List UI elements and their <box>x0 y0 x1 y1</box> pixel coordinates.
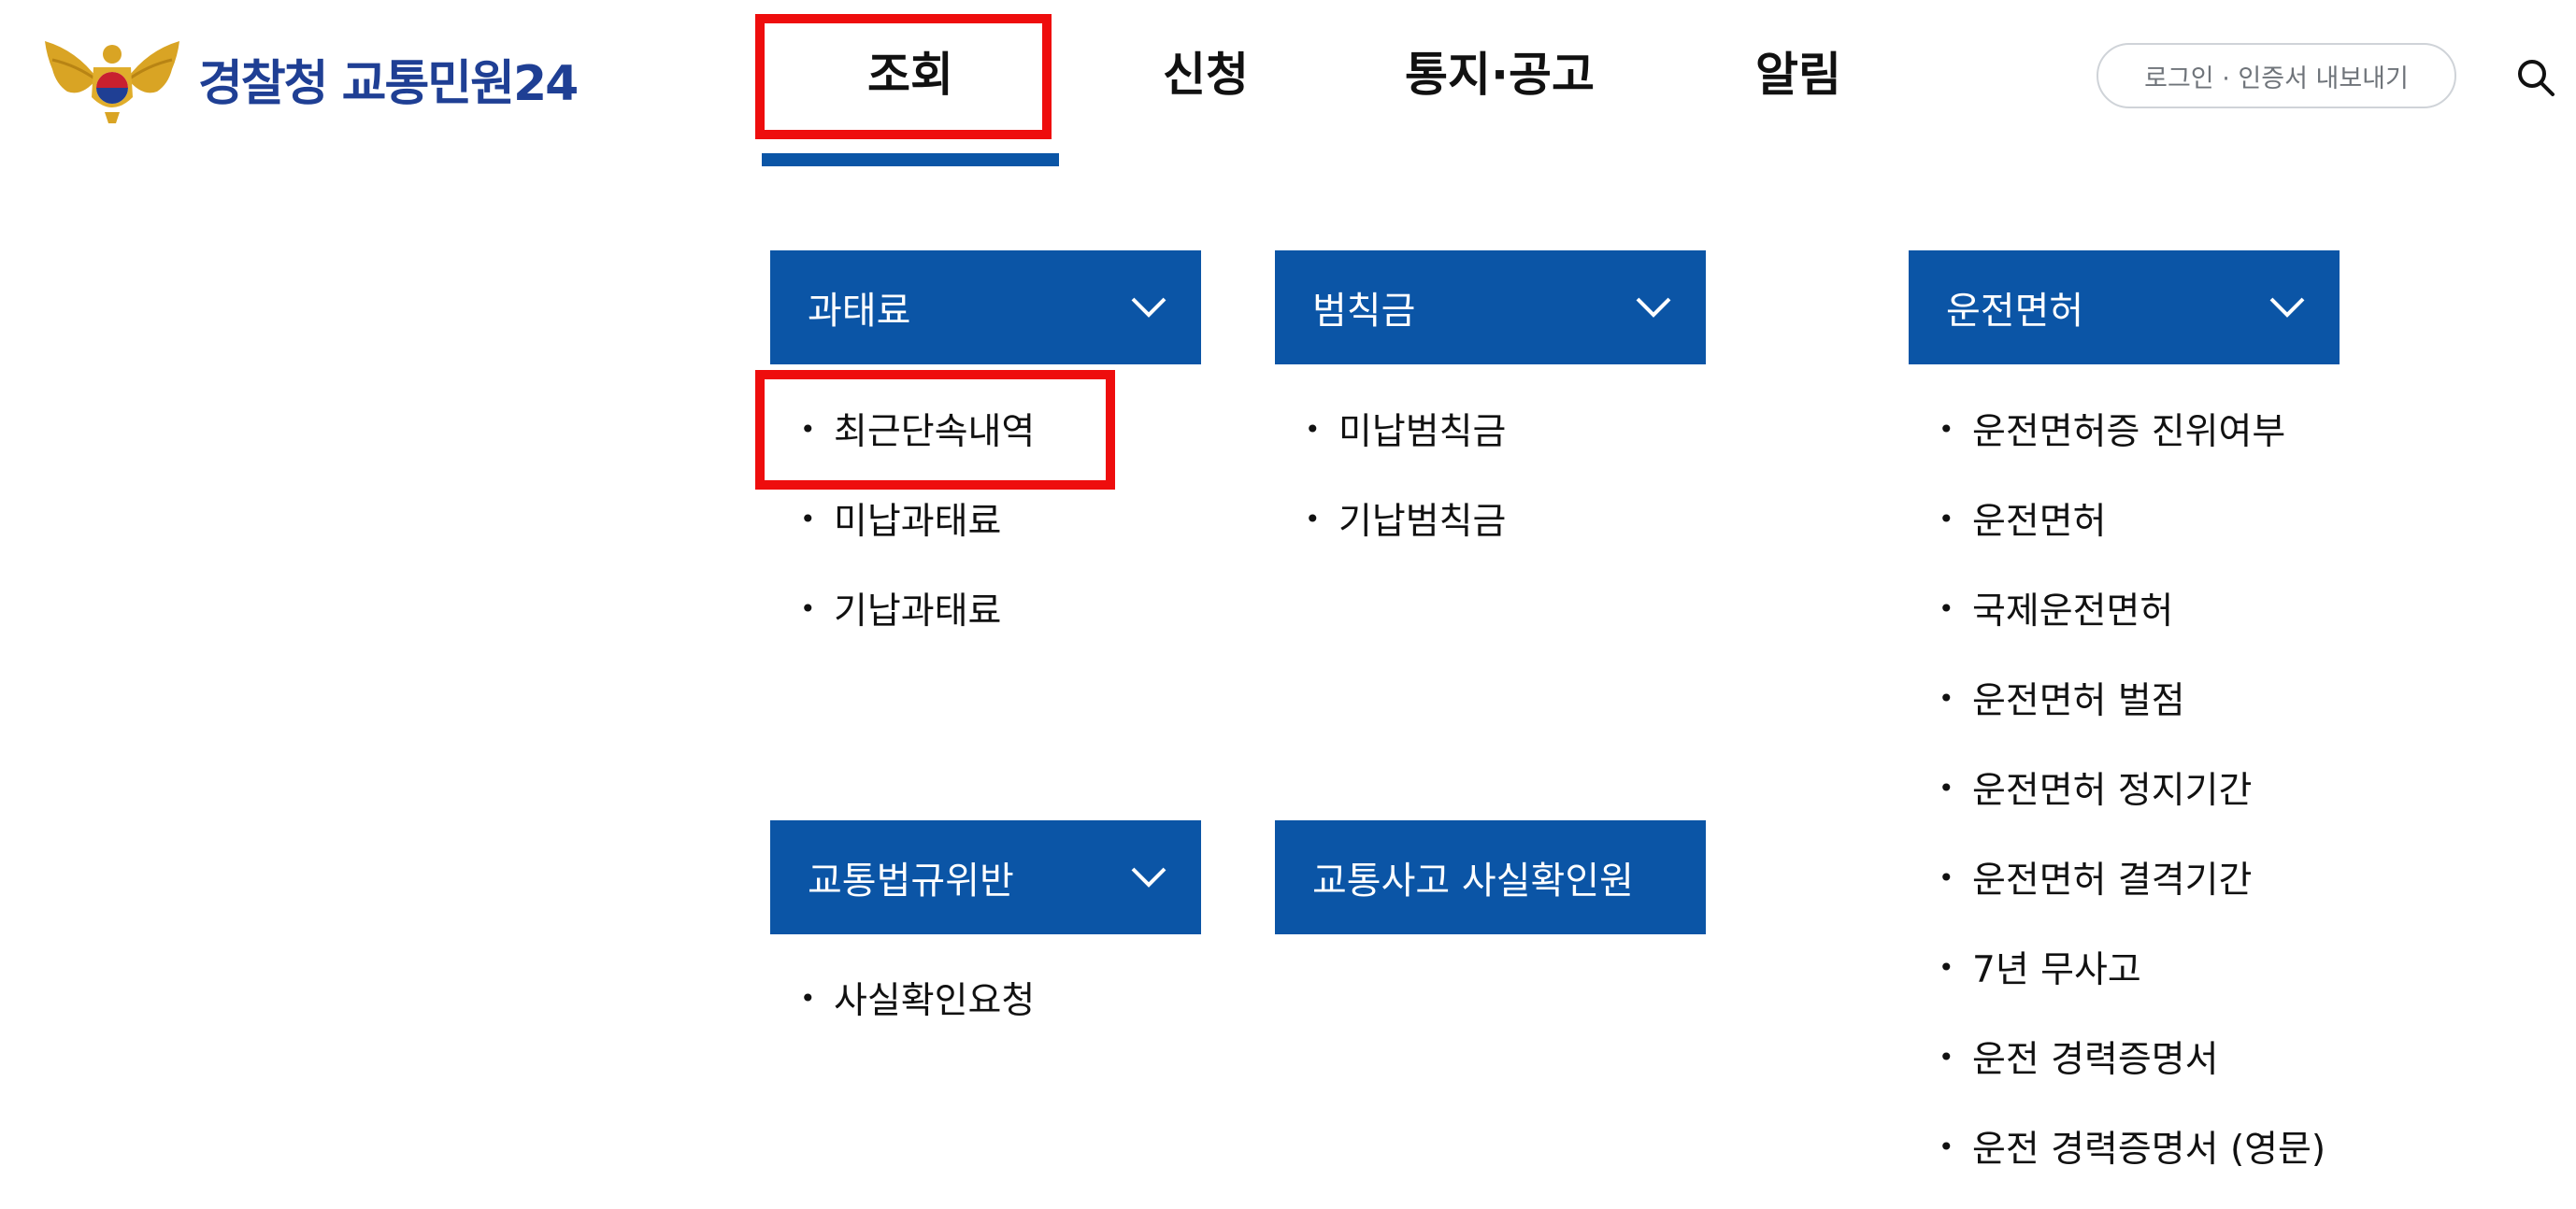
bullet: • <box>1939 413 1954 445</box>
bullet: • <box>1939 772 1954 804</box>
submenu-item-paid-fine[interactable]: • 기납과태료 <box>793 563 1035 653</box>
submenu-item-label: 운전면허증 진위여부 <box>1972 411 2286 453</box>
bullet: • <box>1939 1131 1954 1162</box>
bullet: • <box>1305 503 1321 534</box>
submenu-item-unpaid-fine[interactable]: • 미납과태료 <box>793 474 1035 563</box>
submenu-item-license[interactable]: • 운전면허 <box>1931 474 2326 563</box>
submenu-item-career-certificate[interactable]: • 운전 경력증명서 <box>1931 1012 2326 1102</box>
bullet: • <box>1305 413 1321 445</box>
site-logo[interactable]: 경찰청 교통민원24 <box>39 32 637 125</box>
submenu-item-label: 기납범칙금 <box>1338 501 1507 543</box>
bullet: • <box>1939 503 1954 534</box>
submenu-item-label: 운전면허 정지기간 <box>1972 770 2253 812</box>
submenu-item-label: 운전면허 벌점 <box>1972 680 2185 722</box>
login-button[interactable]: 로그인 · 인증서 내보내기 <box>2097 43 2456 108</box>
category-title: 운전면허 <box>1946 290 2084 333</box>
category-title: 교통법규위반 <box>808 860 1014 903</box>
chevron-down-icon <box>1636 297 1671 318</box>
submenu-item-disqualification-period[interactable]: • 운전면허 결격기간 <box>1931 832 2326 922</box>
submenu-item-recent-violation[interactable]: • 최근단속내역 <box>793 384 1035 474</box>
bullet: • <box>800 503 816 534</box>
bullet: • <box>1939 861 1954 893</box>
category-fine[interactable]: 과태료 <box>770 250 1201 364</box>
chevron-down-icon <box>2269 297 2305 318</box>
submenu-item-label: 운전면허 결격기간 <box>1972 860 2253 902</box>
submenu-item-label: 기납과태료 <box>834 590 1002 633</box>
penalty-submenu: • 미납범칙금 • 기납범칙금 <box>1297 384 1506 563</box>
nav-item-news[interactable]: 알림 <box>1755 37 1841 112</box>
bullet: • <box>800 982 816 1014</box>
submenu-item-label: 운전 경력증명서 (영문) <box>1972 1129 2326 1171</box>
submenu-item-label: 운전면허 <box>1972 501 2107 543</box>
submenu-item-label: 미납범칙금 <box>1338 411 1507 453</box>
category-title: 범칙금 <box>1312 290 1416 333</box>
category-title: 교통사고 사실확인원 <box>1312 860 1634 903</box>
chevron-down-icon <box>1131 867 1166 888</box>
police-emblem-icon <box>45 41 179 123</box>
site-logo-text: 경찰청 교통민원24 <box>198 55 579 112</box>
bullet: • <box>1939 951 1954 983</box>
chevron-down-icon <box>1131 297 1166 318</box>
submenu-item-label: 운전 경력증명서 <box>1972 1039 2219 1081</box>
category-traffic-violation[interactable]: 교통법규위반 <box>770 820 1201 934</box>
nav-item-notice[interactable]: 통지·공고 <box>1405 37 1595 112</box>
bullet: • <box>800 592 816 624</box>
nav-item-application[interactable]: 신청 <box>1163 37 1249 112</box>
license-submenu: • 운전면허증 진위여부 • 운전면허 • 국제운전면허 • 운전면허 벌점 • 운전면허… <box>1931 384 2326 1191</box>
submenu-item-license-points[interactable]: • 운전면허 벌점 <box>1931 653 2326 743</box>
category-penalty[interactable]: 범칙금 <box>1275 250 1706 364</box>
submenu-item-career-certificate-en[interactable]: • 운전 경력증명서 (영문) <box>1931 1102 2326 1191</box>
submenu-item-label: 최근단속내역 <box>834 411 1036 453</box>
bullet: • <box>1939 1041 1954 1073</box>
submenu-item-unpaid-penalty[interactable]: • 미납범칙금 <box>1297 384 1506 474</box>
submenu-item-intl-license[interactable]: • 국제운전면허 <box>1931 563 2326 653</box>
submenu-item-suspension-period[interactable]: • 운전면허 정지기간 <box>1931 743 2326 832</box>
submenu-item-label: 국제운전면허 <box>1972 590 2174 633</box>
submenu-item-fact-check-request[interactable]: • 사실확인요청 <box>793 953 1035 1043</box>
violation-submenu: • 사실확인요청 <box>793 953 1035 1043</box>
nav-item-inquiry[interactable]: 조회 <box>867 37 953 112</box>
bullet: • <box>800 413 816 445</box>
submenu-item-label: 미납과태료 <box>834 501 1002 543</box>
submenu-item-license-verify[interactable]: • 운전면허증 진위여부 <box>1931 384 2326 474</box>
bullet: • <box>1939 682 1954 714</box>
submenu-item-accident-free[interactable]: • 7년 무사고 <box>1931 922 2326 1012</box>
submenu-item-label: 7년 무사고 <box>1972 949 2141 991</box>
active-nav-indicator <box>762 153 1059 166</box>
category-title: 과태료 <box>808 290 911 333</box>
category-driver-license[interactable]: 운전면허 <box>1909 250 2340 364</box>
search-icon[interactable] <box>2514 56 2557 99</box>
category-accident-certificate[interactable]: 교통사고 사실확인원 <box>1275 820 1706 934</box>
fine-submenu: • 최근단속내역 • 미납과태료 • 기납과태료 <box>793 384 1035 653</box>
submenu-item-paid-penalty[interactable]: • 기납범칙금 <box>1297 474 1506 563</box>
submenu-item-label: 사실확인요청 <box>834 980 1036 1022</box>
bullet: • <box>1939 592 1954 624</box>
